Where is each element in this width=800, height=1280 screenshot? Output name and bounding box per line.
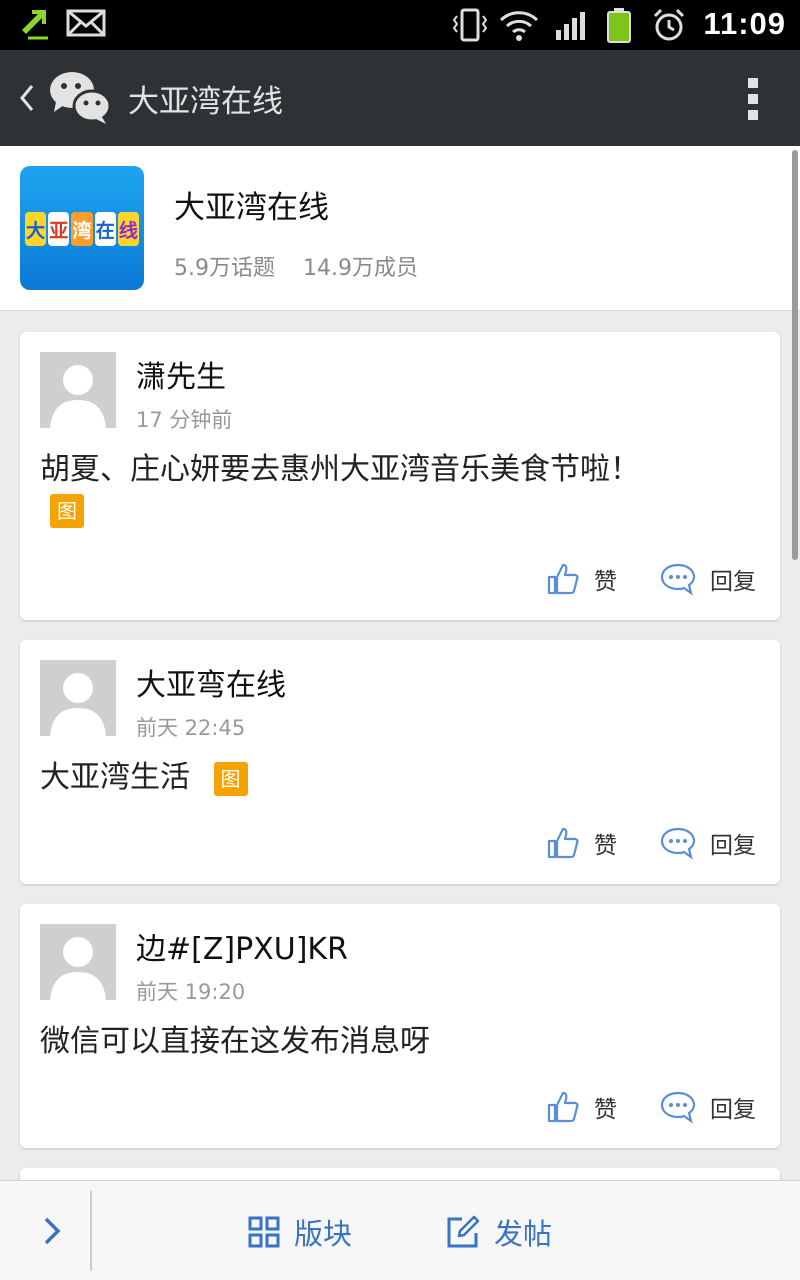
bottom-bar: 版块 发帖 [0, 1180, 800, 1280]
member-count: 14.9万成员 [303, 256, 418, 281]
wifi-icon [499, 11, 539, 41]
vibrate-icon [452, 8, 488, 42]
sections-button[interactable]: 版块 [248, 1211, 352, 1253]
grid-icon [248, 1216, 280, 1248]
default-avatar-icon [50, 365, 106, 428]
avatar[interactable] [40, 924, 116, 1000]
reply-label: 回复 [710, 1097, 756, 1123]
post-content[interactable]: 胡夏、庄心妍要去惠州大亚湾音乐美食节啦！ 图 [40, 450, 640, 530]
comment-bubble-icon [660, 563, 696, 596]
signal-icon [556, 12, 585, 40]
alarm-icon [653, 8, 685, 41]
group-name: 大亚湾在线 [174, 190, 329, 226]
thumbs-up-icon [547, 827, 579, 859]
clock: 11:09 [703, 6, 786, 41]
more-menu-icon[interactable] [746, 78, 760, 120]
reply-label: 回复 [710, 569, 756, 595]
back-chevron-icon[interactable] [14, 78, 38, 118]
status-bar: 11:09 [0, 0, 800, 50]
topic-count: 5.9万话题 [174, 256, 275, 281]
reply-label: 回复 [710, 833, 756, 859]
post-author[interactable]: 大亚弯在线 [136, 660, 286, 704]
group-logo[interactable]: 大 亚 湾 在 线 [20, 166, 144, 290]
post-card[interactable]: 边#[Z]PXU]KR 前天 19:20 微信可以直接在这发布消息呀 赞 回复 [20, 904, 780, 1148]
default-avatar-icon [50, 673, 106, 736]
post-time: 17 分钟前 [136, 408, 233, 432]
post-content[interactable]: 微信可以直接在这发布消息呀 [40, 1022, 430, 1062]
like-label: 赞 [594, 1097, 617, 1123]
post-text: 胡夏、庄心妍要去惠州大亚湾音乐美食节啦！ [40, 452, 640, 487]
post-time: 前天 19:20 [136, 980, 246, 1004]
post-time: 前天 22:45 [136, 716, 246, 740]
post-text: 微信可以直接在这发布消息呀 [40, 1024, 430, 1059]
logo-char: 亚 [48, 212, 70, 246]
like-label: 赞 [594, 833, 617, 859]
battery-icon [607, 8, 631, 43]
compose-icon [447, 1215, 480, 1248]
thumbs-up-icon [547, 563, 579, 595]
sync-icon [22, 10, 48, 40]
like-button[interactable]: 赞 [546, 562, 617, 596]
group-header: 大 亚 湾 在 线 大亚湾在线 5.9万话题 14.9万成员 [0, 146, 800, 311]
like-button[interactable]: 赞 [546, 1090, 617, 1124]
reply-button[interactable]: 回复 [660, 1090, 756, 1124]
logo-char: 线 [117, 212, 140, 246]
avatar[interactable] [40, 352, 116, 428]
logo-char: 大 [25, 212, 47, 246]
post-author[interactable]: 潇先生 [136, 352, 226, 396]
wechat-icon [50, 72, 112, 124]
default-avatar-icon [50, 937, 106, 1000]
reply-button[interactable]: 回复 [660, 562, 756, 596]
sections-label: 版块 [294, 1217, 353, 1251]
new-post-button[interactable]: 发帖 [446, 1211, 552, 1253]
mail-icon [66, 9, 106, 37]
logo-char: 湾 [71, 212, 93, 246]
logo-char: 在 [94, 212, 116, 246]
post-card[interactable]: 大亚弯在线 前天 22:45 大亚湾生活 图 赞 回复 [20, 640, 780, 884]
title-bar: 大亚湾在线 [0, 50, 800, 146]
image-badge: 图 [213, 761, 248, 796]
expand-chevron-icon[interactable] [40, 1213, 64, 1249]
reply-button[interactable]: 回复 [660, 826, 756, 860]
like-button[interactable]: 赞 [546, 826, 617, 860]
post-author[interactable]: 边#[Z]PXU]KR [136, 924, 348, 968]
image-badge: 图 [50, 493, 84, 528]
like-label: 赞 [594, 569, 617, 595]
post-content[interactable]: 大亚湾生活 图 [40, 758, 248, 798]
comment-bubble-icon [660, 827, 696, 860]
page-title: 大亚湾在线 [128, 84, 283, 120]
divider [90, 1191, 92, 1271]
scrollbar[interactable] [792, 150, 798, 560]
post-text: 大亚湾生活 [40, 760, 190, 795]
thumbs-up-icon [547, 1091, 579, 1123]
group-stats: 5.9万话题 14.9万成员 [174, 250, 418, 282]
avatar[interactable] [40, 660, 116, 736]
new-post-label: 发帖 [494, 1217, 553, 1251]
comment-bubble-icon [660, 1091, 696, 1124]
post-card[interactable]: 潇先生 17 分钟前 胡夏、庄心妍要去惠州大亚湾音乐美食节啦！ 图 赞 回复 [20, 332, 780, 620]
